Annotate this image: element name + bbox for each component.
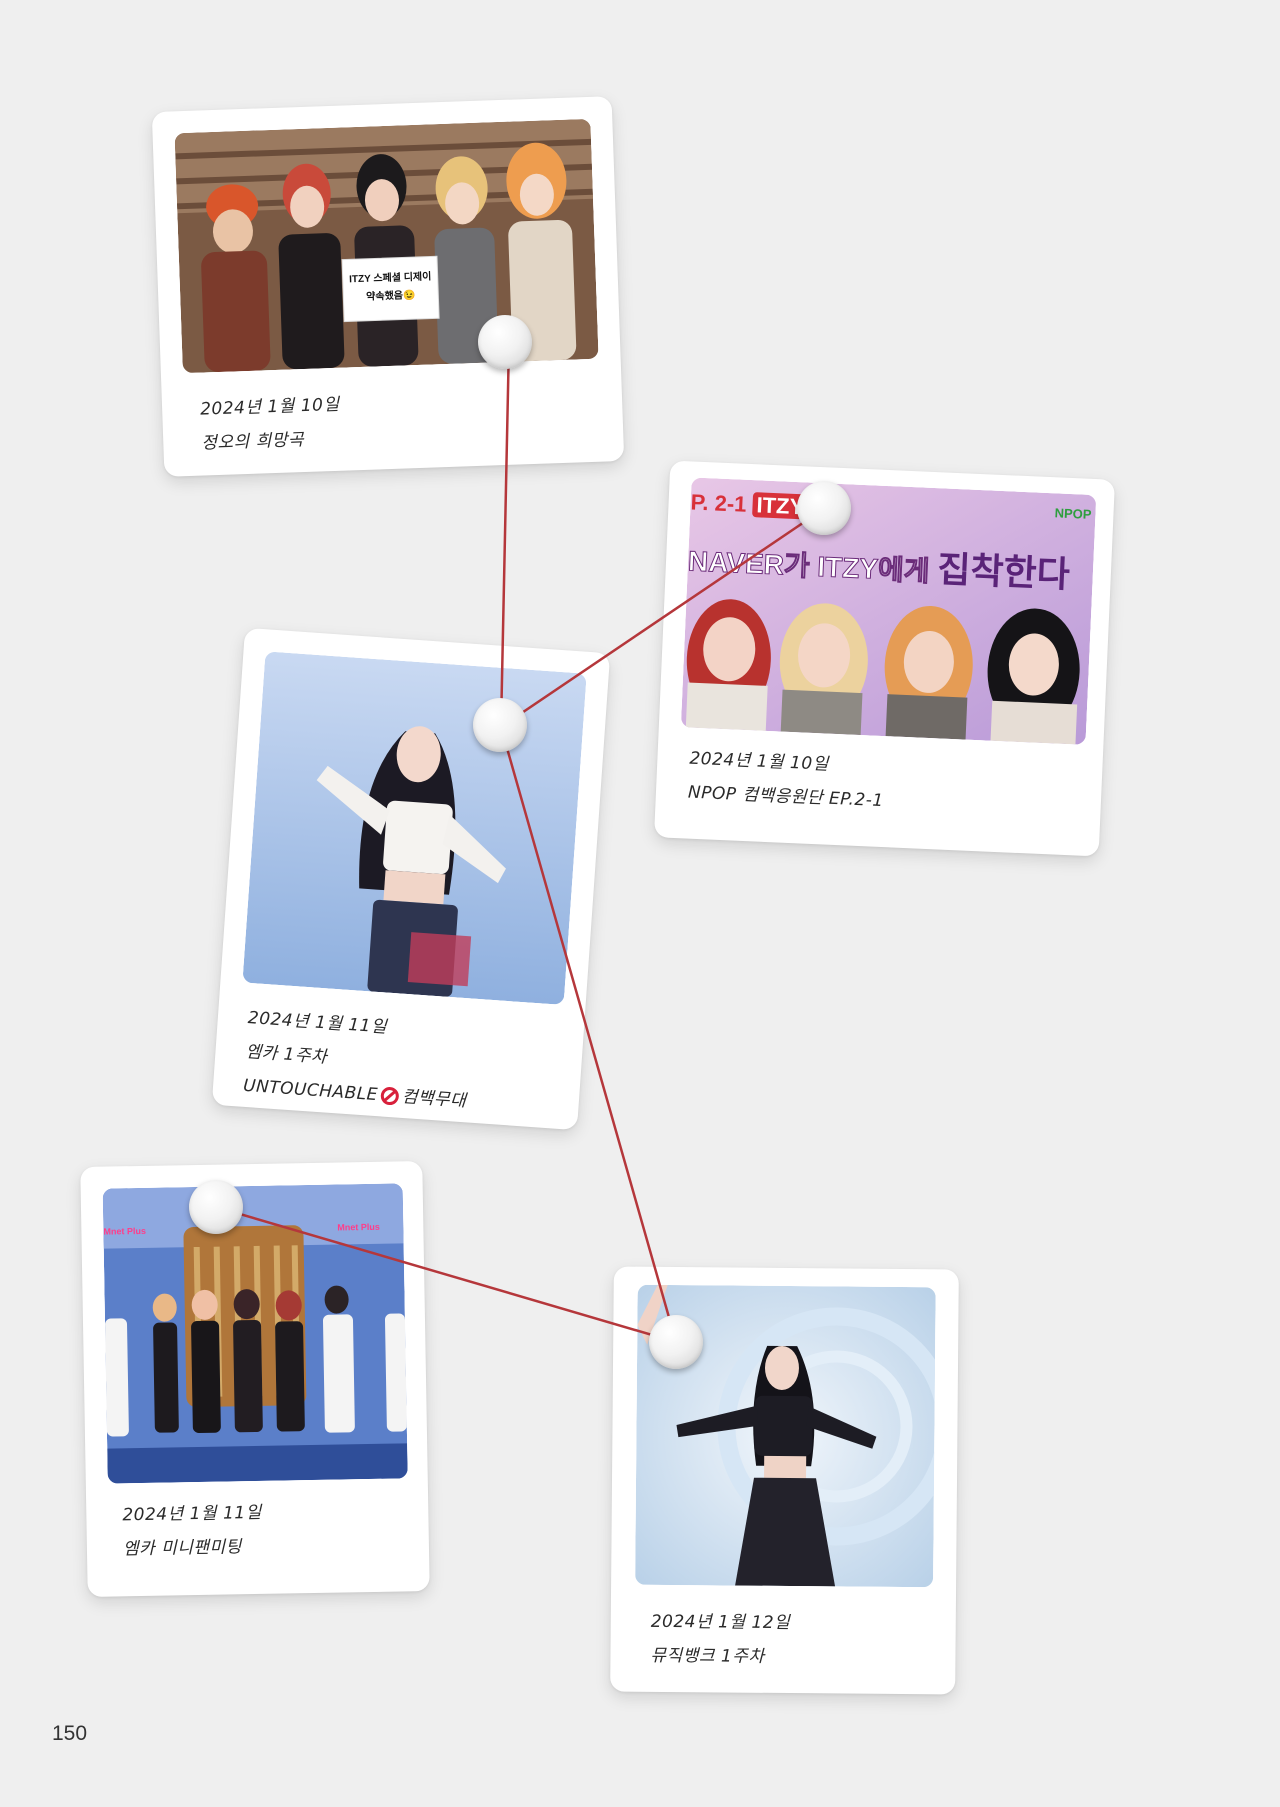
photo-fanmeeting-stage: Mnet Plus Mnet Plus bbox=[102, 1183, 408, 1484]
photo-badge: NPOP bbox=[1054, 505, 1092, 522]
photo-radio-group: ITZY 스페셜 디제이 약속했음😉 bbox=[174, 118, 599, 374]
photo-card-radio: ITZY 스페셜 디제이 약속했음😉 2024년 1월 10일 정오의 희망곡 bbox=[151, 96, 625, 477]
photo-headline-1: NAVER가 ITZY에게 bbox=[687, 545, 931, 588]
photo-headline-2: 집착한다 bbox=[936, 548, 1071, 595]
page-number: 150 bbox=[52, 1722, 88, 1745]
caption-stage-suffix: 컴백무대 bbox=[401, 1086, 467, 1112]
photo-sign-line-2: 약속했음😉 bbox=[366, 290, 416, 303]
pin-stage bbox=[473, 698, 527, 752]
photo-card-fanmeeting: Mnet Plus Mnet Plus 2024년 1월 11일 엠카 미니팬미… bbox=[80, 1161, 430, 1597]
photo-card-npop: P. 2-1 ITZY NAVER가 ITZY에게 집착한다 NPOP 2024… bbox=[653, 460, 1116, 857]
caption-date: 2024년 1월 11일 bbox=[122, 1502, 262, 1526]
caption-title: 엠카 미니팬미팅 bbox=[122, 1537, 242, 1560]
photo-episode: P. 2-1 bbox=[690, 489, 747, 517]
pin-npop bbox=[797, 481, 851, 535]
no-entry-icon bbox=[380, 1086, 400, 1106]
pin-musicbank bbox=[649, 1315, 703, 1369]
photo-logo-right: Mnet Plus bbox=[337, 1221, 380, 1233]
caption-song-title: UNTOUCHABLE bbox=[242, 1075, 379, 1106]
photo-sign-line-1: ITZY 스페셜 디제이 bbox=[348, 271, 432, 286]
photo-stage-performer bbox=[242, 651, 587, 1005]
pin-radio bbox=[478, 315, 532, 369]
caption-title: 뮤직뱅크 1주차 bbox=[650, 1645, 765, 1667]
caption-date: 2024년 1월 12일 bbox=[650, 1611, 791, 1634]
pin-fanmeeting bbox=[189, 1180, 243, 1234]
photo-npop-thumbnail: P. 2-1 ITZY NAVER가 ITZY에게 집착한다 NPOP bbox=[680, 477, 1097, 745]
photo-logo-left: Mnet Plus bbox=[103, 1225, 147, 1237]
photo-card-stage: 2024년 1월 11일 엠카 1주차 UNTOUCHABLE 컴백무대 bbox=[211, 627, 611, 1131]
